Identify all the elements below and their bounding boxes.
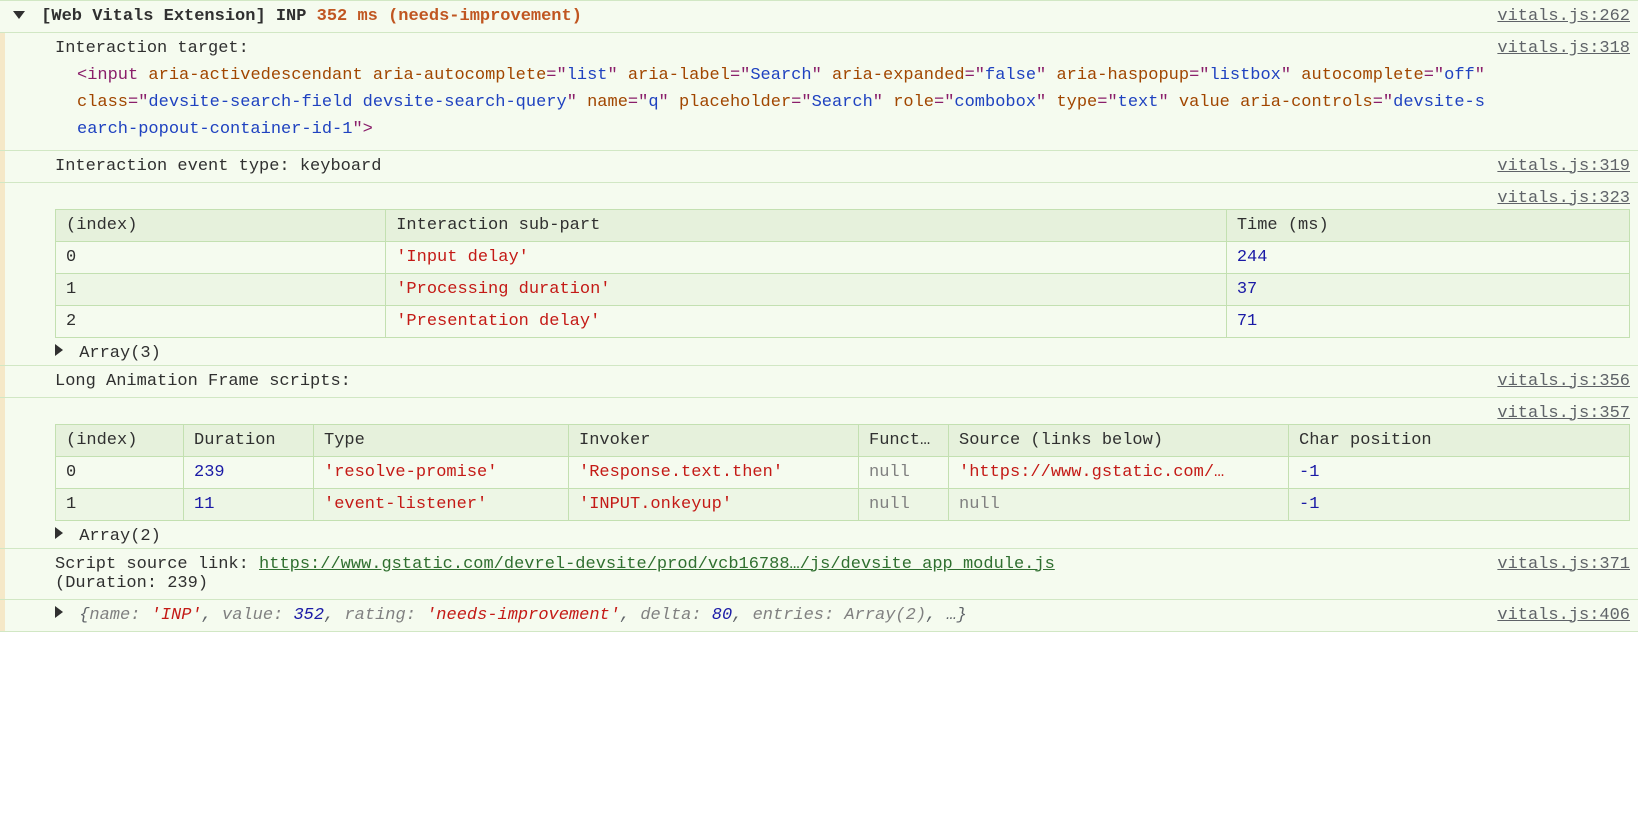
- console-message-header[interactable]: [Web Vitals Extension] INP 352 ms (needs…: [0, 0, 1638, 32]
- source-link[interactable]: vitals.js:406: [1497, 606, 1630, 625]
- source-link[interactable]: vitals.js:262: [1497, 7, 1630, 26]
- source-link[interactable]: vitals.js:371: [1497, 555, 1630, 593]
- table-header: Time (ms): [1226, 209, 1629, 241]
- table-row[interactable]: 1'Processing duration'37: [56, 273, 1630, 305]
- table-header: Source (links below): [949, 424, 1289, 456]
- table-header: Funct…: [859, 424, 949, 456]
- source-link[interactable]: vitals.js:357: [1497, 404, 1630, 423]
- array-expand[interactable]: Array(2): [55, 521, 1630, 548]
- table-row[interactable]: 111'event-listener''INPUT.onkeyup'nullnu…: [56, 488, 1630, 520]
- header-value: 352 ms: [317, 7, 378, 26]
- source-link[interactable]: vitals.js:319: [1497, 157, 1630, 176]
- script-link-prefix: Script source link:: [55, 555, 259, 574]
- console-message-event-type: Interaction event type: keyboard vitals.…: [0, 150, 1638, 182]
- header-prefix: [Web Vitals Extension]: [41, 7, 265, 26]
- console-message-laf-label: Long Animation Frame scripts: vitals.js:…: [0, 365, 1638, 397]
- table-header: Duration: [184, 424, 314, 456]
- object-preview[interactable]: {name: 'INP', value: 352, rating: 'needs…: [79, 606, 967, 625]
- disclosure-triangle-icon[interactable]: [55, 527, 63, 539]
- disclosure-triangle-icon[interactable]: [13, 11, 25, 19]
- console-message-object: {name: 'INP', value: 352, rating: 'needs…: [0, 599, 1638, 632]
- script-source-link[interactable]: https://www.gstatic.com/devrel-devsite/p…: [259, 555, 1055, 574]
- table-header: Invoker: [569, 424, 859, 456]
- msg-text: Interaction event type: keyboard: [13, 157, 1485, 176]
- source-link[interactable]: vitals.js:356: [1497, 372, 1630, 391]
- table-row[interactable]: 2'Presentation delay'71: [56, 305, 1630, 337]
- msg-text: Long Animation Frame scripts:: [13, 372, 1485, 391]
- disclosure-triangle-icon[interactable]: [55, 606, 63, 618]
- console-message-table: (index)Interaction sub-partTime (ms)0'In…: [0, 182, 1638, 365]
- array-expand[interactable]: Array(3): [55, 338, 1630, 365]
- html-element-preview[interactable]: <input aria-activedescendant aria-autoco…: [55, 58, 1485, 144]
- table-header: Char position: [1289, 424, 1630, 456]
- table-row[interactable]: 0'Input delay'244: [56, 241, 1630, 273]
- console-message-script-link: Script source link: https://www.gstatic.…: [0, 548, 1638, 599]
- console-message-interaction-target: Interaction target: <input aria-activede…: [0, 32, 1638, 150]
- interaction-subpart-table: (index)Interaction sub-partTime (ms)0'In…: [55, 209, 1630, 338]
- source-link[interactable]: vitals.js:323: [1497, 189, 1630, 208]
- disclosure-triangle-icon[interactable]: [55, 344, 63, 356]
- console-output: [Web Vitals Extension] INP 352 ms (needs…: [0, 0, 1638, 632]
- table-header: (index): [56, 424, 184, 456]
- header-assessment: (needs-improvement): [388, 7, 582, 26]
- table-row[interactable]: 0239'resolve-promise''Response.text.then…: [56, 456, 1630, 488]
- table-header: Interaction sub-part: [386, 209, 1227, 241]
- table-header: (index): [56, 209, 386, 241]
- laf-scripts-table: (index)DurationTypeInvokerFunct…Source (…: [55, 424, 1630, 521]
- table-header: Type: [314, 424, 569, 456]
- console-message-table: (index)DurationTypeInvokerFunct…Source (…: [0, 397, 1638, 548]
- script-link-suffix: (Duration: 239): [55, 574, 208, 593]
- source-link[interactable]: vitals.js:318: [1497, 39, 1630, 144]
- header-metric: INP: [276, 7, 307, 26]
- msg-label: Interaction target:: [55, 39, 1485, 58]
